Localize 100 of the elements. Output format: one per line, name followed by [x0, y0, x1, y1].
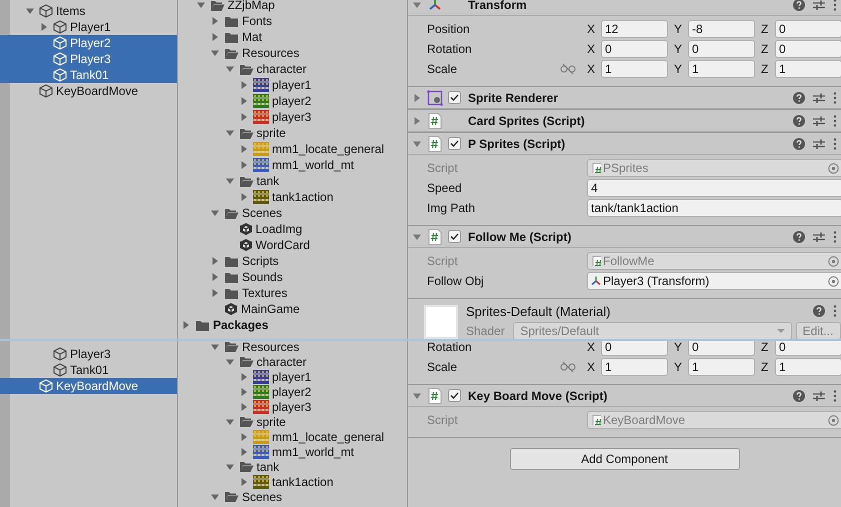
more-options-icon[interactable] — [833, 92, 837, 104]
text-field[interactable]: tank/tank1action — [587, 199, 841, 217]
down-arrow-icon[interactable] — [211, 492, 219, 500]
right-arrow-icon[interactable] — [240, 113, 248, 121]
number-field[interactable]: 1 — [601, 60, 668, 78]
project-item[interactable]: Fonts — [178, 13, 407, 29]
right-arrow-icon[interactable] — [413, 116, 421, 124]
project-item[interactable]: Resources — [178, 341, 407, 354]
project-item[interactable]: Resources — [178, 45, 407, 61]
down-arrow-icon[interactable] — [226, 177, 234, 185]
object-field[interactable]: Player3 (Transform) — [587, 272, 841, 290]
broken-chain-icon[interactable] — [560, 361, 576, 373]
checkbox[interactable] — [448, 91, 461, 104]
sliders-icon[interactable] — [813, 230, 825, 242]
number-field[interactable]: -8 — [688, 20, 755, 38]
down-arrow-icon[interactable] — [226, 65, 234, 73]
right-arrow-icon[interactable] — [182, 321, 190, 329]
right-arrow-icon[interactable] — [240, 388, 248, 396]
hierarchy-item[interactable]: Tank01 — [0, 362, 177, 378]
sliders-icon[interactable] — [813, 138, 825, 150]
number-field[interactable]: 1 — [688, 60, 755, 78]
hierarchy-item[interactable]: KeyBoardMove — [0, 378, 177, 394]
number-field[interactable]: 1 — [688, 358, 755, 376]
right-arrow-icon[interactable] — [240, 372, 248, 380]
number-field[interactable]: 0 — [775, 20, 841, 38]
add-component-button[interactable]: Add Component — [510, 448, 740, 470]
project-item[interactable]: player3 — [178, 399, 407, 414]
component-header[interactable]: Key Board Move (Script) — [408, 385, 841, 407]
down-arrow-icon[interactable] — [211, 49, 219, 57]
number-field[interactable]: 0 — [601, 341, 668, 356]
project-item[interactable]: WordCard — [178, 237, 407, 253]
help-icon[interactable] — [793, 114, 805, 126]
number-field[interactable]: 12 — [601, 20, 668, 38]
project-item[interactable]: character — [178, 61, 407, 77]
right-arrow-icon[interactable] — [240, 161, 248, 169]
down-arrow-icon[interactable] — [226, 418, 234, 426]
down-arrow-icon[interactable] — [26, 7, 34, 15]
text-field[interactable]: 4 — [587, 179, 841, 197]
hierarchy-item[interactable]: Player2 — [0, 35, 177, 51]
project-item[interactable]: Scenes — [178, 489, 407, 504]
more-options-icon[interactable] — [833, 305, 837, 317]
number-field[interactable]: 1 — [775, 358, 841, 376]
project-item[interactable]: Sounds — [178, 269, 407, 285]
right-arrow-icon[interactable] — [240, 81, 248, 89]
sliders-icon[interactable] — [813, 0, 825, 10]
down-arrow-icon[interactable] — [413, 392, 421, 400]
project-item[interactable]: tank1action — [178, 474, 407, 489]
project-item[interactable]: mm1_locate_general — [178, 141, 407, 157]
right-arrow-icon[interactable] — [211, 17, 219, 25]
checkbox[interactable] — [448, 137, 461, 150]
project-item[interactable]: mm1_world_mt — [178, 444, 407, 459]
target-icon[interactable] — [828, 276, 839, 286]
down-arrow-icon[interactable] — [413, 232, 421, 240]
right-arrow-icon[interactable] — [240, 432, 248, 440]
project-item[interactable]: player2 — [178, 93, 407, 109]
project-item[interactable]: tank — [178, 459, 407, 474]
project-item[interactable]: Textures — [178, 285, 407, 301]
down-arrow-icon[interactable] — [196, 1, 204, 9]
number-field[interactable]: 1 — [601, 358, 668, 376]
right-arrow-icon[interactable] — [413, 94, 421, 102]
help-icon[interactable] — [793, 138, 805, 150]
more-options-icon[interactable] — [833, 390, 837, 402]
right-arrow-icon[interactable] — [211, 33, 219, 41]
component-header[interactable]: Sprite Renderer — [408, 87, 841, 109]
project-item[interactable]: mm1_world_mt — [178, 157, 407, 173]
more-options-icon[interactable] — [833, 230, 837, 242]
project-item[interactable]: player1 — [178, 77, 407, 93]
checkbox[interactable] — [448, 389, 461, 402]
more-options-icon[interactable] — [833, 114, 837, 126]
more-options-icon[interactable] — [833, 0, 837, 10]
sliders-icon[interactable] — [813, 390, 825, 402]
hierarchy-item[interactable]: Player1 — [0, 19, 177, 35]
down-arrow-icon[interactable] — [211, 342, 219, 350]
right-arrow-icon[interactable] — [240, 448, 248, 456]
project-item[interactable]: player1 — [178, 369, 407, 384]
hierarchy-item[interactable]: Player3 — [0, 51, 177, 67]
help-icon[interactable] — [793, 230, 805, 242]
help-icon[interactable] — [813, 305, 825, 317]
project-item[interactable]: sprite — [178, 125, 407, 141]
right-arrow-icon[interactable] — [211, 289, 219, 297]
right-arrow-icon[interactable] — [240, 402, 248, 410]
down-arrow-icon[interactable] — [226, 462, 234, 470]
project-item[interactable]: Mat — [178, 29, 407, 45]
broken-chain-icon[interactable] — [560, 63, 576, 75]
hierarchy-item[interactable]: KeyBoardMove — [0, 83, 177, 99]
number-field[interactable]: 1 — [775, 60, 841, 78]
right-arrow-icon[interactable] — [240, 193, 248, 201]
project-item[interactable]: mm1_locate_general — [178, 429, 407, 444]
component-header[interactable]: Card Sprites (Script) — [408, 110, 841, 132]
right-arrow-icon[interactable] — [240, 145, 248, 153]
number-field[interactable]: 0 — [775, 341, 841, 356]
number-field[interactable]: 0 — [601, 40, 668, 58]
project-item[interactable]: player3 — [178, 109, 407, 125]
checkbox[interactable] — [448, 230, 461, 243]
project-item[interactable]: ZZjbMap — [178, 0, 407, 13]
down-arrow-icon[interactable] — [211, 209, 219, 217]
right-arrow-icon[interactable] — [211, 273, 219, 281]
number-field[interactable]: 0 — [688, 341, 755, 356]
sliders-icon[interactable] — [813, 114, 825, 126]
project-item[interactable]: Scenes — [178, 205, 407, 221]
